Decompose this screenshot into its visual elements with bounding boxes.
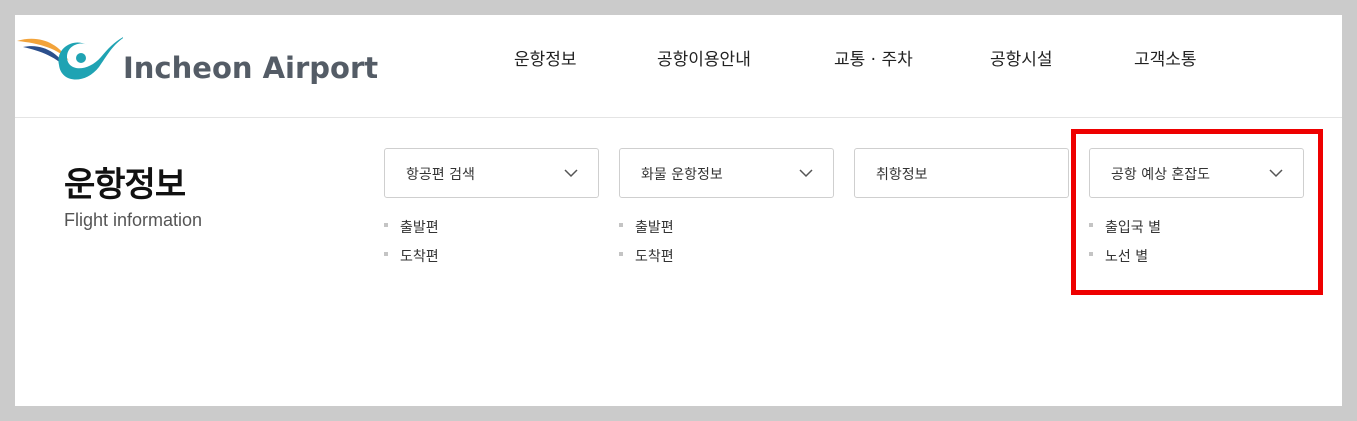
bullet-icon bbox=[384, 252, 388, 256]
nav-item-facilities[interactable]: 공항시설 bbox=[990, 45, 1053, 70]
nav-item-airport-guide[interactable]: 공항이용안내 bbox=[657, 45, 751, 70]
cargo-info-dropdown[interactable]: 화물 운항정보 bbox=[619, 148, 834, 198]
nav-item-flight-info[interactable]: 운항정보 bbox=[514, 45, 577, 70]
bullet-icon bbox=[1089, 252, 1093, 256]
submenu-label: 출입국 별 bbox=[1105, 220, 1161, 236]
menu-column-congestion: 공항 예상 혼잡도 출입국 별 노선 별 bbox=[1089, 148, 1304, 275]
site-header: Incheon Airport 운항정보 공항이용안내 교통 · 주차 공항시설… bbox=[15, 15, 1342, 118]
logo-text: Incheon Airport bbox=[123, 51, 379, 85]
bullet-icon bbox=[619, 223, 623, 227]
page: Incheon Airport 운항정보 공항이용안내 교통 · 주차 공항시설… bbox=[15, 15, 1342, 406]
routes-info-button[interactable]: 취항정보 bbox=[854, 148, 1069, 198]
submenu-item-by-departure-arrival[interactable]: 출입국 별 bbox=[1089, 217, 1304, 246]
flight-search-dropdown[interactable]: 항공편 검색 bbox=[384, 148, 599, 198]
nav-item-transport-parking[interactable]: 교통 · 주차 bbox=[834, 45, 913, 70]
submenu-label: 도착편 bbox=[400, 249, 439, 265]
bullet-icon bbox=[619, 252, 623, 256]
bullet-icon bbox=[384, 223, 388, 227]
dropdown-label: 공항 예상 혼잡도 bbox=[1111, 167, 1211, 183]
chevron-down-icon bbox=[1269, 169, 1283, 178]
submenu-label: 출발편 bbox=[400, 220, 439, 236]
menu-column-flight-search: 항공편 검색 출발편 도착편 bbox=[384, 148, 599, 275]
submenu-label: 출발편 bbox=[635, 220, 674, 236]
congestion-forecast-dropdown[interactable]: 공항 예상 혼잡도 bbox=[1089, 148, 1304, 198]
airport-swoosh-icon bbox=[17, 37, 123, 80]
incheon-airport-logo[interactable]: Incheon Airport bbox=[15, 27, 379, 87]
page-subtitle: Flight information bbox=[64, 210, 203, 230]
dropdown-label: 취항정보 bbox=[876, 167, 928, 183]
menu-column-routes: 취항정보 bbox=[854, 148, 1069, 198]
flight-search-submenu: 출발편 도착편 bbox=[384, 217, 599, 275]
nav-item-customer[interactable]: 고객소통 bbox=[1134, 45, 1197, 70]
congestion-submenu: 출입국 별 노선 별 bbox=[1089, 217, 1304, 275]
page-title: 운항정보 bbox=[64, 165, 186, 205]
dropdown-label: 화물 운항정보 bbox=[641, 167, 723, 183]
submenu-label: 노선 별 bbox=[1105, 249, 1149, 265]
dropdown-label: 항공편 검색 bbox=[406, 167, 475, 183]
bullet-icon bbox=[1089, 223, 1093, 227]
submenu-label: 도착편 bbox=[635, 249, 674, 265]
chevron-down-icon bbox=[799, 169, 813, 178]
submenu-item-by-route[interactable]: 노선 별 bbox=[1089, 246, 1304, 275]
chevron-down-icon bbox=[564, 169, 578, 178]
submenu-item-departures[interactable]: 출발편 bbox=[384, 217, 599, 246]
submenu-item-departures[interactable]: 출발편 bbox=[619, 217, 834, 246]
cargo-submenu: 출발편 도착편 bbox=[619, 217, 834, 275]
submenu-item-arrivals[interactable]: 도착편 bbox=[384, 246, 599, 275]
menu-column-cargo: 화물 운항정보 출발편 도착편 bbox=[619, 148, 834, 275]
submenu-item-arrivals[interactable]: 도착편 bbox=[619, 246, 834, 275]
